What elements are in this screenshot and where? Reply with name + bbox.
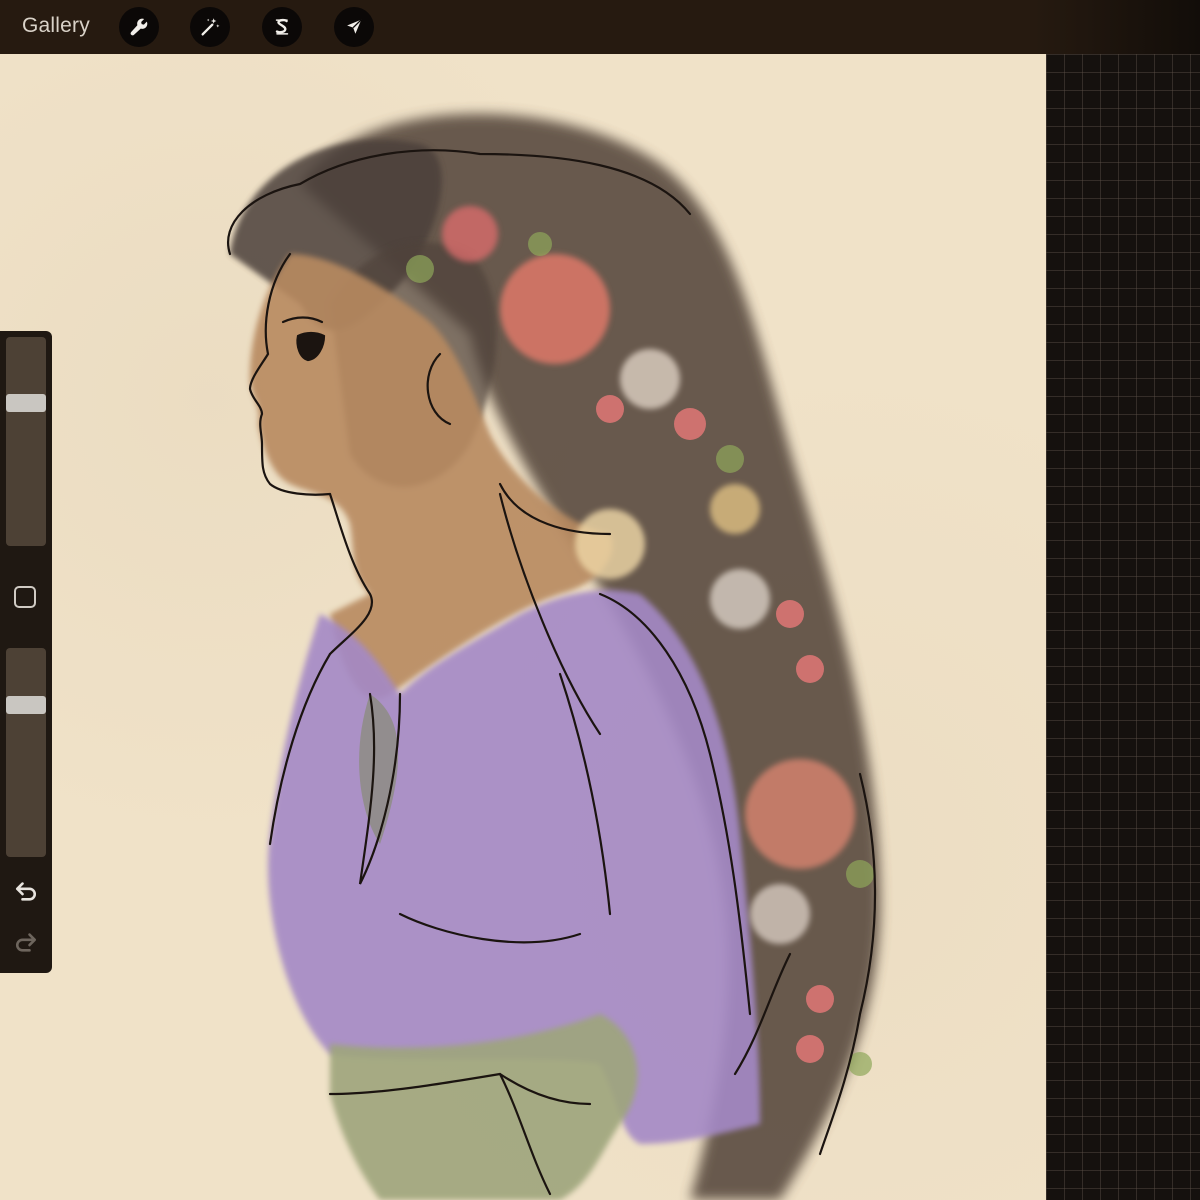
wrench-icon [130,18,148,36]
selection-button[interactable] [262,7,302,47]
adjustments-button[interactable] [190,7,230,47]
magic-wand-icon [201,18,220,36]
left-sidebar [0,331,52,973]
watercolor-illustration [227,113,880,1200]
canvas-area[interactable] [0,54,1200,1200]
transform-button[interactable] [334,7,374,47]
selection-s-icon [275,18,289,35]
top-toolbar: Gallery [0,0,1200,54]
modify-button[interactable] [14,586,36,608]
opacity-slider[interactable] [6,648,46,857]
brush-size-thumb[interactable] [6,394,46,412]
brush-size-slider[interactable] [6,337,46,546]
redo-icon[interactable] [12,927,40,955]
gallery-button[interactable]: Gallery [22,14,90,38]
grid-background-panel [1046,54,1200,1200]
procreate-app: Gallery [0,0,1200,1200]
undo-icon[interactable] [12,876,40,904]
actions-button[interactable] [119,7,159,47]
drawing-canvas[interactable] [0,54,1046,1200]
arrow-cursor-icon [347,19,362,34]
opacity-thumb[interactable] [6,696,46,714]
